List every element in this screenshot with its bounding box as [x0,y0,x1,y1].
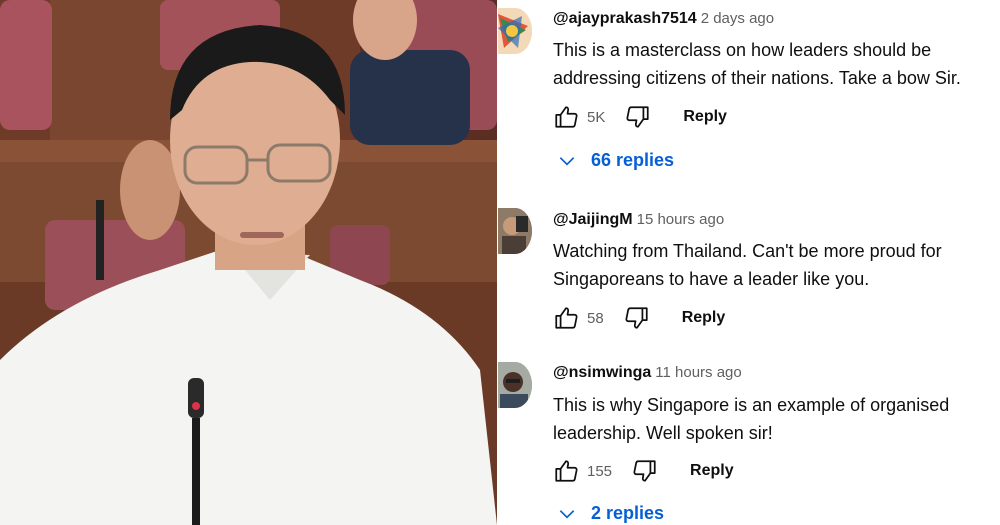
video-frame [0,0,497,525]
comment-header: @nsimwinga 11 hours ago [553,364,742,382]
comment-text: This is a masterclass on how leaders sho… [553,40,961,88]
comments-panel: @ajayprakash7514 2 days ago This is a mas… [497,0,1000,525]
comment-timestamp[interactable]: 15 hours ago [637,211,725,228]
replies-count: 2 replies [591,503,665,523]
comment-text: Watching from Thailand. Can't be more pr… [553,241,942,289]
avatar-image [498,208,532,254]
speaker-image [0,0,497,525]
comment-actions: 58 Reply [553,303,725,333]
like-count: 155 [587,462,613,480]
view-replies-button[interactable]: 66 replies [557,150,674,171]
like-count: 58 [587,309,604,327]
comment-header: @ajayprakash7514 2 days ago [553,10,774,28]
thumb-up-icon[interactable] [553,104,579,130]
comment-actions: 155 Reply [553,456,734,486]
view-replies-button[interactable]: 2 replies [557,503,664,524]
comment-text: This is why Singapore is an example of o… [553,395,950,443]
avatar[interactable] [498,362,532,408]
thumb-up-icon[interactable] [553,458,579,484]
thumb-down-icon[interactable] [624,305,650,331]
thumb-up-icon[interactable] [553,305,579,331]
comment-author[interactable]: @JaijingM [553,211,633,228]
chevron-down-icon [559,156,575,166]
avatar-image [498,8,532,54]
replies-count: 66 replies [591,150,675,170]
comment-header: @JaijingM 15 hours ago [553,211,724,229]
reply-button[interactable]: Reply [683,108,727,126]
comment-actions: 5K Reply [553,102,727,132]
reply-button[interactable]: Reply [682,309,726,327]
comment-timestamp[interactable]: 11 hours ago [655,364,741,381]
avatar-image [498,362,532,408]
like-count: 5K [587,108,606,126]
thumb-down-icon[interactable] [632,458,658,484]
comment-timestamp[interactable]: 2 days ago [701,10,774,27]
avatar[interactable] [498,208,532,254]
thumb-down-icon[interactable] [625,104,651,130]
comment-author[interactable]: @nsimwinga [553,364,651,381]
chevron-down-icon [559,509,575,519]
avatar[interactable] [498,8,532,54]
comment-author[interactable]: @ajayprakash7514 [553,10,697,27]
reply-button[interactable]: Reply [690,462,734,480]
